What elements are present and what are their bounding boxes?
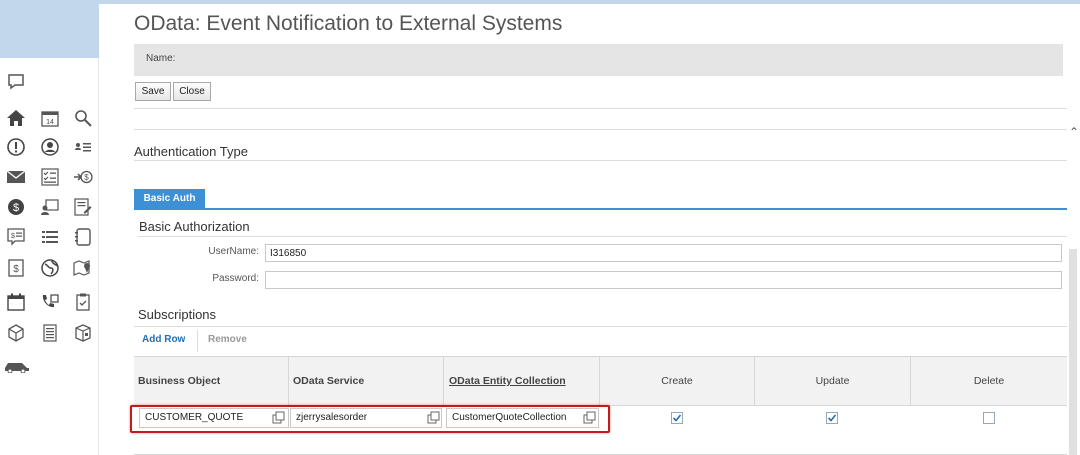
name-label: Name: xyxy=(146,53,176,64)
column-header-entity-collection[interactable]: OData Entity Collection xyxy=(444,357,600,405)
remove-button[interactable]: Remove xyxy=(208,334,247,345)
svg-text:$: $ xyxy=(13,202,19,214)
svg-text:$: $ xyxy=(84,173,89,182)
red-highlight-box xyxy=(130,405,610,433)
column-header-create[interactable]: Create xyxy=(600,357,755,405)
sidebar: 14 $ $ $ $ xyxy=(0,58,99,455)
collapse-caret-icon[interactable]: ⌃ xyxy=(1069,125,1079,139)
create-checkbox[interactable] xyxy=(671,412,683,424)
list-icon[interactable] xyxy=(39,226,61,248)
checkmark-icon xyxy=(672,414,682,422)
contacts-list-icon[interactable] xyxy=(72,136,94,158)
home-icon[interactable] xyxy=(5,107,27,129)
car-icon[interactable] xyxy=(2,355,32,377)
divider xyxy=(134,160,1067,161)
table-header: Business Object OData Service OData Enti… xyxy=(134,356,1067,406)
calendar-grid-icon[interactable] xyxy=(5,291,27,313)
search-icon[interactable] xyxy=(72,107,94,129)
svg-text:$: $ xyxy=(13,264,19,275)
payment-arrow-icon[interactable]: $ xyxy=(72,166,94,188)
calendar-icon[interactable]: 14 xyxy=(39,107,61,129)
checklist-icon[interactable] xyxy=(39,166,61,188)
box-icon[interactable] xyxy=(5,322,27,344)
page-title: OData: Event Notification to External Sy… xyxy=(134,12,563,35)
globe-icon[interactable] xyxy=(39,257,61,279)
username-label: UserName: xyxy=(208,246,259,257)
tab-underline xyxy=(134,208,1067,210)
map-icon[interactable] xyxy=(72,257,94,279)
quote-icon[interactable]: $ xyxy=(5,226,27,248)
basic-authorization-title: Basic Authorization xyxy=(139,219,250,234)
tab-basic-auth[interactable]: Basic Auth xyxy=(134,189,205,208)
edit-form-icon[interactable] xyxy=(72,196,94,218)
divider xyxy=(134,326,1067,327)
user-circle-icon[interactable] xyxy=(39,136,61,158)
document-icon[interactable] xyxy=(39,322,61,344)
entity-collection-header-label[interactable]: OData Entity Collection xyxy=(449,375,566,387)
column-header-business-object[interactable]: Business Object xyxy=(134,357,289,405)
vertical-scrollbar[interactable] xyxy=(1069,249,1077,455)
divider xyxy=(134,108,1067,109)
password-label: Password: xyxy=(212,273,259,284)
id-card-icon[interactable] xyxy=(39,196,61,218)
notebook-icon[interactable] xyxy=(72,226,94,248)
mail-icon[interactable] xyxy=(5,166,27,188)
update-checkbox[interactable] xyxy=(826,412,838,424)
divider xyxy=(134,129,1067,130)
svg-text:14: 14 xyxy=(46,119,54,126)
close-button[interactable]: Close xyxy=(173,82,211,101)
subscriptions-title: Subscriptions xyxy=(138,307,217,322)
price-icon[interactable]: $ xyxy=(5,257,27,279)
add-row-button[interactable]: Add Row xyxy=(142,334,185,345)
alert-icon[interactable] xyxy=(5,136,27,158)
save-button[interactable]: Save xyxy=(135,82,171,101)
auth-type-title: Authentication Type xyxy=(134,144,248,159)
column-header-odata-service[interactable]: OData Service xyxy=(289,357,444,405)
sidebar-header xyxy=(0,0,99,58)
delete-checkbox[interactable] xyxy=(983,412,995,424)
column-header-update[interactable]: Update xyxy=(755,357,911,405)
password-field[interactable] xyxy=(265,271,1062,289)
divider xyxy=(138,236,1067,237)
column-header-delete[interactable]: Delete xyxy=(911,357,1067,405)
svg-text:$: $ xyxy=(11,233,15,240)
name-bar: Name: xyxy=(134,44,1063,76)
chat-icon[interactable] xyxy=(5,71,27,93)
dollar-icon[interactable]: $ xyxy=(5,196,27,218)
toolbar-divider xyxy=(197,330,198,352)
package-icon[interactable] xyxy=(72,322,94,344)
username-field[interactable] xyxy=(265,244,1062,262)
clipboard-icon[interactable] xyxy=(72,291,94,313)
checkmark-icon xyxy=(827,414,837,422)
phone-icon[interactable] xyxy=(39,291,61,313)
main-panel: OData: Event Notification to External Sy… xyxy=(100,4,1080,455)
